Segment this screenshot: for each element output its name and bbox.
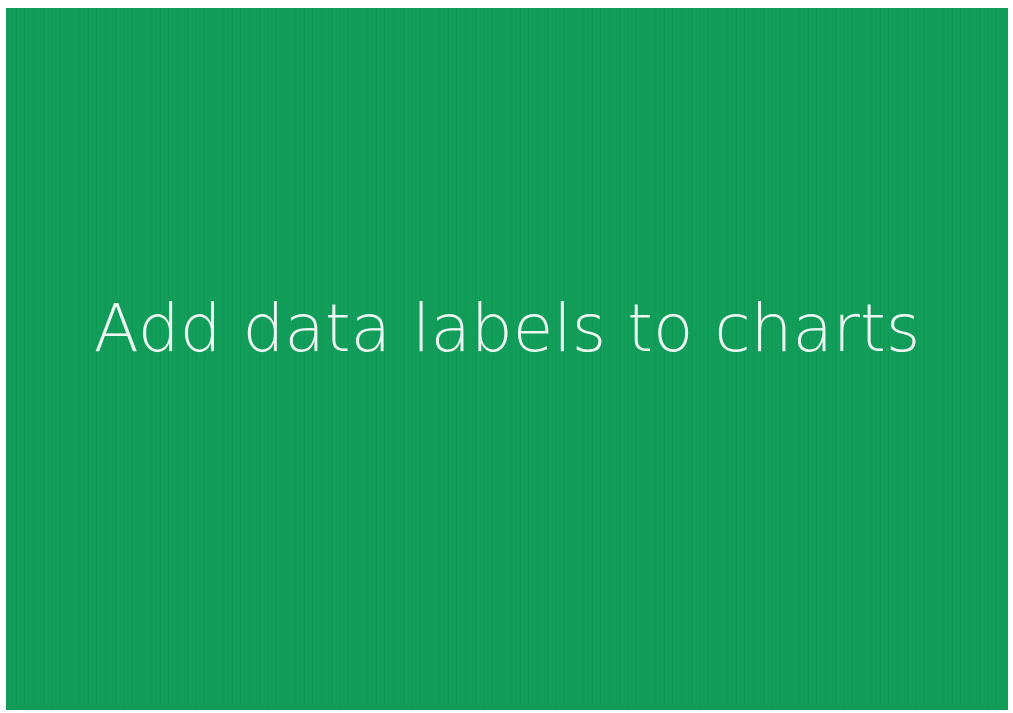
slide-title: Add data labels to charts bbox=[93, 290, 921, 367]
title-slide: Add data labels to charts bbox=[6, 8, 1008, 710]
screenshot-frame: Add data labels to charts bbox=[0, 0, 1013, 713]
